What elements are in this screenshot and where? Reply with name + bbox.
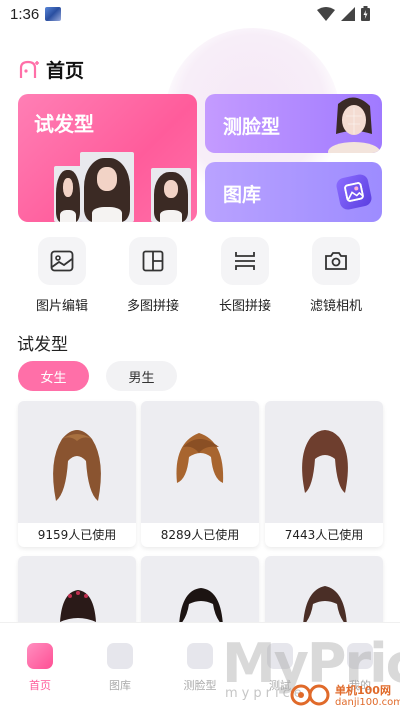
tool-label: 多图拼接 xyxy=(126,299,179,314)
watermark-logo-icon xyxy=(290,684,330,706)
hairstyle-card[interactable]: 8289人已使用 xyxy=(141,401,259,547)
face-scan-image xyxy=(328,97,380,153)
signal-icon xyxy=(341,6,355,21)
try-hairstyle-card[interactable]: 试发型 xyxy=(18,94,197,222)
tool-filter-camera[interactable]: 滤镜相机 xyxy=(300,237,372,314)
nav-home[interactable]: 首页 xyxy=(10,643,70,693)
image-edit-icon xyxy=(38,237,86,285)
hairstyle-card[interactable] xyxy=(265,556,383,622)
hairstyle-image xyxy=(176,433,224,483)
usage-count: 8289人已使用 xyxy=(141,523,259,547)
gallery-nav-icon xyxy=(107,643,133,669)
hairstyle-card[interactable]: 7443人已使用 xyxy=(265,401,383,547)
status-icons xyxy=(317,6,370,21)
app-logo-icon xyxy=(19,60,39,78)
portrait-center xyxy=(80,152,134,222)
long-stitch-icon xyxy=(221,237,269,285)
gallery-card[interactable]: 图库 xyxy=(205,162,382,222)
tool-label: 滤镜相机 xyxy=(309,299,362,314)
usage-count: 7443人已使用 xyxy=(265,523,383,547)
watermark-site-name: 单机100网 xyxy=(335,684,391,697)
app-header: 首页 xyxy=(18,56,84,83)
tool-label: 长图拼接 xyxy=(218,299,271,314)
home-icon xyxy=(27,643,53,669)
chip-female[interactable]: 女生 xyxy=(18,361,89,391)
grid-layout-icon xyxy=(129,237,177,285)
chip-male[interactable]: 男生 xyxy=(106,361,177,391)
hairstyle-card[interactable] xyxy=(141,556,259,622)
gallery-title: 图库 xyxy=(223,184,262,206)
tool-label: 图片编辑 xyxy=(35,299,88,314)
tool-long-stitch[interactable]: 长图拼接 xyxy=(209,237,281,314)
nav-label: 首页 xyxy=(29,679,51,692)
battery-icon xyxy=(361,6,370,21)
try-hairstyle-title: 试发型 xyxy=(34,112,94,136)
status-bar: 1:36 xyxy=(0,0,400,28)
watermark-site-url: danji100.com xyxy=(335,697,400,708)
face-shape-title: 测脸型 xyxy=(223,116,281,138)
hairstyle-image xyxy=(53,430,101,501)
hairstyle-image xyxy=(302,430,348,493)
hairstyle-image xyxy=(179,588,223,622)
tool-multi-stitch[interactable]: 多图拼接 xyxy=(117,237,189,314)
notification-image-icon xyxy=(45,7,62,21)
page-title: 首页 xyxy=(46,60,85,82)
hairstyle-image xyxy=(60,590,96,622)
camera-icon xyxy=(312,237,360,285)
tool-image-edit[interactable]: 图片编辑 xyxy=(26,237,98,314)
hairstyle-image xyxy=(303,586,347,622)
wifi-icon xyxy=(317,6,335,21)
portrait-left xyxy=(54,166,82,222)
status-time: 1:36 xyxy=(10,5,40,23)
portrait-right xyxy=(151,168,191,222)
hairstyle-card[interactable]: 9159人已使用 xyxy=(18,401,136,547)
face-nav-icon xyxy=(187,643,213,669)
section-title: 试发型 xyxy=(17,335,68,355)
nav-label: 测脸型 xyxy=(183,679,217,692)
gallery-icon xyxy=(335,173,373,211)
face-shape-card[interactable]: 测脸型 xyxy=(205,94,382,153)
nav-gallery[interactable]: 图库 xyxy=(90,643,150,693)
nav-label: 图库 xyxy=(109,679,131,692)
usage-count: 9159人已使用 xyxy=(18,523,136,547)
nav-face-shape[interactable]: 测脸型 xyxy=(170,643,230,693)
hairstyle-card[interactable] xyxy=(18,556,136,622)
